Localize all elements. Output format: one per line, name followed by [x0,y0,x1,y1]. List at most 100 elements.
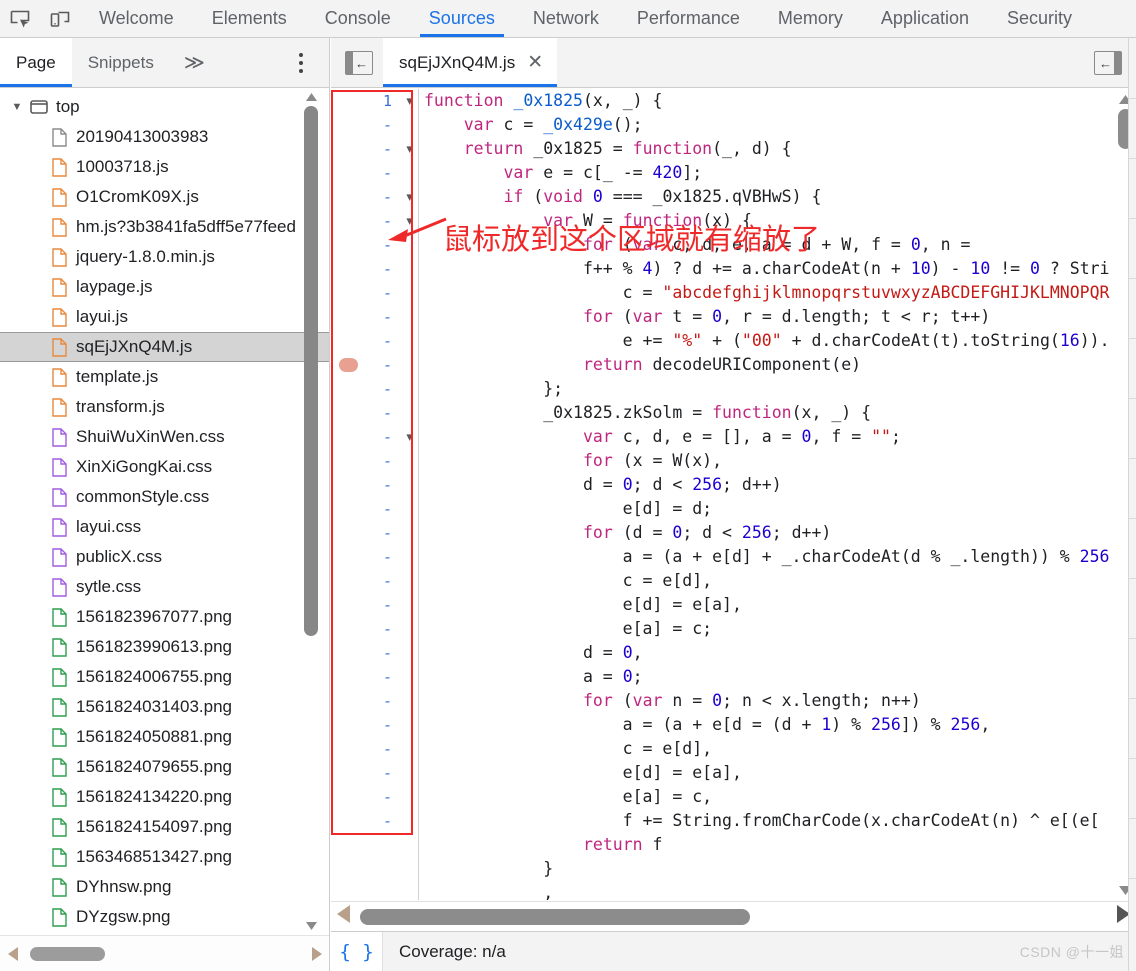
code-line[interactable]: e[d] = d; [424,497,1114,521]
gutter-row[interactable]: - ▼ [331,425,418,449]
scroll-left-icon[interactable] [4,946,22,961]
editor-gutter[interactable]: 1 ▼ - - ▼ - - ▼ - ▼ - - - - - - - - - ▼ - - - - - - - - - - - - - - - - [331,89,419,900]
gutter-row[interactable]: - [331,785,418,809]
gutter-row[interactable]: - [331,593,418,617]
tab-sources[interactable]: Sources [410,0,514,37]
tree-row-file[interactable]: transform.js [0,392,329,422]
tab-welcome[interactable]: Welcome [80,0,193,37]
code-line[interactable]: c = "abcdefghijklmnopqrstuvwxyzABCDEFGHI… [424,281,1114,305]
gutter-row[interactable]: - [331,569,418,593]
tree-row-file[interactable]: sqEjJXnQ4M.js [0,332,329,362]
gutter-row[interactable]: - [331,377,418,401]
tree-row-file[interactable]: ShuiWuXinWen.css [0,422,329,452]
code-line[interactable]: , [424,881,1114,900]
code-line[interactable]: for (d = 0; d < 256; d++) [424,521,1114,545]
gutter-row[interactable]: - [331,401,418,425]
gutter-row[interactable]: - [331,809,418,833]
code-line[interactable]: var c, d, e = [], a = 0, f = ""; [424,425,1114,449]
code-line[interactable]: return f [424,833,1114,857]
gutter-row[interactable]: - [331,665,418,689]
scrollbar-thumb[interactable] [30,946,105,961]
tab-elements[interactable]: Elements [193,0,306,37]
tree-row-file[interactable]: 1561824031403.png [0,692,329,722]
gutter-row[interactable]: - [331,737,418,761]
code-line[interactable]: return _0x1825 = function(_, d) { [424,137,1114,161]
fold-triangle-icon[interactable]: ▼ [406,96,413,107]
tab-security[interactable]: Security [988,0,1091,37]
code-line[interactable]: _0x1825.zkSolm = function(x, _) { [424,401,1114,425]
tree-row-file[interactable]: 1561824079655.png [0,752,329,782]
code-line[interactable]: e[d] = e[a], [424,593,1114,617]
scrollbar-thumb[interactable] [360,908,750,925]
tab-network[interactable]: Network [514,0,618,37]
scrollbar-thumb[interactable] [304,106,318,636]
code-line[interactable]: e += "%" + ("00" + d.charCodeAt(t).toStr… [424,329,1114,353]
code-line[interactable]: return decodeURIComponent(e) [424,353,1114,377]
gutter-row[interactable]: - [331,305,418,329]
code-line[interactable]: for (var t = 0, r = d.length; t < r; t++… [424,305,1114,329]
tab-memory[interactable]: Memory [759,0,862,37]
tree-row-file[interactable]: template.js [0,362,329,392]
show-drawer-button[interactable]: ← [1094,51,1122,75]
tree-row-file[interactable]: 1563468513427.png [0,842,329,872]
tree-row-file[interactable]: laypage.js [0,272,329,302]
tree-row-file[interactable]: 1561824154097.png [0,812,329,842]
gutter-row[interactable]: - [331,641,418,665]
tree-row-file[interactable]: commonStyle.css [0,482,329,512]
tree-row-file[interactable]: XinXiGongKai.css [0,452,329,482]
code-line[interactable]: c = e[d], [424,569,1114,593]
more-options-icon[interactable] [291,38,311,87]
tab-snippets[interactable]: Snippets [72,38,170,87]
device-toolbar-icon[interactable] [40,0,80,37]
tree-row-file[interactable]: 1561824050881.png [0,722,329,752]
code-line[interactable]: }; [424,377,1114,401]
tree-row-file[interactable]: layui.css [0,512,329,542]
code-line[interactable]: var c = _0x429e(); [424,113,1114,137]
gutter-row[interactable]: - ▼ [331,137,418,161]
tree-row-file[interactable]: 20190413003983 [0,122,329,152]
fold-triangle-icon[interactable]: ▼ [406,192,413,203]
code-line[interactable]: a = 0; [424,665,1114,689]
gutter-row[interactable]: - [331,521,418,545]
code-line[interactable]: var e = c[_ -= 420]; [424,161,1114,185]
caret-down-icon[interactable]: ▼ [8,101,26,113]
scroll-down-icon[interactable] [304,919,318,933]
gutter-row[interactable]: - [331,113,418,137]
gutter-row[interactable]: - [331,761,418,785]
code-line[interactable]: f++ % 4) ? d += a.charCodeAt(n + 10) - 1… [424,257,1114,281]
code-line[interactable]: c = e[d], [424,737,1114,761]
gutter-row[interactable]: - [331,353,418,377]
code-editor[interactable]: 1 ▼ - - ▼ - - ▼ - ▼ - - - - - - - - - ▼ - - - - - - - - - - - - - - - - fun… [331,89,1136,900]
gutter-row[interactable]: - [331,281,418,305]
gutter-row[interactable]: - [331,497,418,521]
gutter-row[interactable]: - [331,617,418,641]
tree-row-file[interactable]: jquery-1.8.0.min.js [0,242,329,272]
tree-vertical-scrollbar[interactable] [304,90,318,933]
inspect-element-icon[interactable] [0,0,40,37]
code-line[interactable]: e[d] = e[a], [424,761,1114,785]
gutter-row[interactable]: - [331,257,418,281]
tree-row-file[interactable]: 10003718.js [0,152,329,182]
tree-horizontal-scrollbar[interactable] [0,935,329,971]
code-line[interactable]: e[a] = c, [424,785,1114,809]
tree-row-file[interactable]: O1CromK09X.js [0,182,329,212]
gutter-row[interactable]: - [331,473,418,497]
code-line[interactable]: for (var n = 0; n < x.length; n++) [424,689,1114,713]
code-line[interactable]: a = (a + e[d = (d + 1) % 256]) % 256, [424,713,1114,737]
code-line[interactable]: e[a] = c; [424,617,1114,641]
tree-row-file[interactable]: sytle.css [0,572,329,602]
fold-triangle-icon[interactable]: ▼ [406,144,413,155]
tree-row-frame[interactable]: ▼ top [0,92,329,122]
tree-row-file[interactable]: hm.js?3b3841fa5dff5e77feed [0,212,329,242]
code-line[interactable]: a = (a + e[d] + _.charCodeAt(d % _.lengt… [424,545,1114,569]
gutter-row[interactable]: - [331,713,418,737]
gutter-row[interactable]: - [331,545,418,569]
scroll-left-icon[interactable] [337,905,350,928]
tree-row-file[interactable]: layui.js [0,302,329,332]
editor-horizontal-scrollbar[interactable] [331,901,1136,931]
code-line[interactable]: if (void 0 === _0x1825.qVBHwS) { [424,185,1114,209]
close-icon[interactable]: ✕ [527,53,543,72]
editor-tab-sqejjxnq4m[interactable]: sqEjJXnQ4M.js ✕ [383,38,558,87]
code-line[interactable]: for (x = W(x), [424,449,1114,473]
tree-row-file[interactable]: 1561824006755.png [0,662,329,692]
